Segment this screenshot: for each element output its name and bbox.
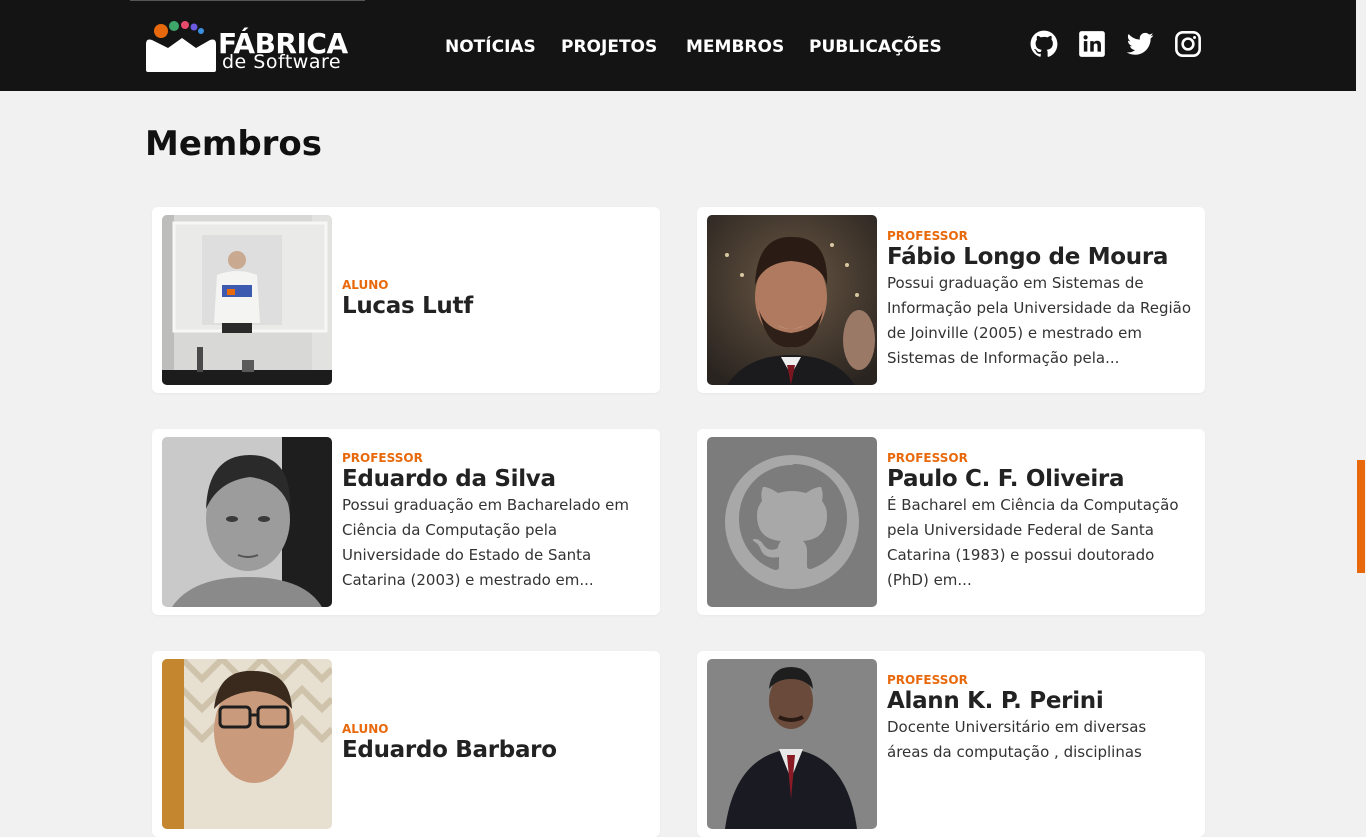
member-photo [162,659,332,829]
page-title: Membros [145,124,323,164]
member-photo [162,437,332,607]
member-bio: Possui graduação em Bacharelado em Ciênc… [342,496,630,589]
member-bio: Docente Universitário em diversas áreas … [887,718,1147,761]
linkedin-icon [1079,31,1105,57]
member-role: PROFESSOR [887,229,968,243]
member-photo-image [707,659,877,829]
member-card-fabio-longo-de-moura[interactable]: PROFESSOR Fábio Longo de Moura Possui gr… [697,207,1205,393]
member-info: PROFESSOR Paulo C. F. Oliveira É Bachare… [887,451,1192,593]
factory-logo-icon [146,21,216,72]
member-name[interactable]: Fábio Longo de Moura [887,243,1192,271]
twitter-link[interactable] [1126,30,1154,58]
github-link[interactable] [1030,30,1058,58]
instagram-link[interactable] [1174,30,1202,58]
member-photo-image [162,437,332,607]
member-card-eduardo-da-silva[interactable]: PROFESSOR Eduardo da Silva Possui gradua… [152,429,660,615]
member-info: PROFESSOR Eduardo da Silva Possui gradua… [342,451,647,593]
member-info: ALUNO Lucas Lutf [342,278,647,320]
nav-publicacoes[interactable]: PUBLICAÇÕES [809,35,942,59]
github-icon [1030,30,1058,57]
member-info: PROFESSOR Fábio Longo de Moura Possui gr… [887,229,1192,371]
member-role: PROFESSOR [342,451,423,465]
member-info: ALUNO Eduardo Barbaro [342,722,647,764]
member-photo [707,437,877,607]
member-photo-image [162,215,332,385]
member-name[interactable]: Lucas Lutf [342,292,647,320]
member-card-lucas-lutf[interactable]: ALUNO Lucas Lutf [152,207,660,393]
header-divider [130,0,365,1]
member-bio: É Bacharel em Ciência da Computação pela… [887,496,1179,589]
member-role: PROFESSOR [887,673,968,687]
member-name[interactable]: Paulo C. F. Oliveira [887,465,1192,493]
nav-membros[interactable]: MEMBROS [686,35,784,59]
logo-subtitle: de Software [222,51,342,73]
member-photo [162,215,332,385]
scrollbar-thumb[interactable] [1357,460,1365,573]
member-photo [707,215,877,385]
member-card-paulo-c-f-oliveira[interactable]: PROFESSOR Paulo C. F. Oliveira É Bachare… [697,429,1205,615]
scrollbar-track[interactable] [1356,0,1366,768]
nav-projetos[interactable]: PROJETOS [561,35,657,59]
member-bio: Possui graduação em Sistemas de Informaç… [887,274,1192,367]
member-role: ALUNO [342,722,389,736]
nav-noticias[interactable]: NOTÍCIAS [445,35,536,59]
member-photo-image [707,215,877,385]
member-name[interactable]: Eduardo Barbaro [342,736,647,764]
member-info: PROFESSOR Alann K. P. Perini Docente Uni… [887,673,1192,765]
site-logo[interactable]: FÁBRICA de Software [144,18,364,74]
member-name[interactable]: Eduardo da Silva [342,465,647,493]
member-name[interactable]: Alann K. P. Perini [887,687,1192,715]
linkedin-link[interactable] [1078,30,1106,58]
github-avatar-icon [707,437,877,607]
twitter-icon [1126,32,1154,55]
member-card-eduardo-barbaro[interactable]: ALUNO Eduardo Barbaro [152,651,660,837]
member-photo-image [162,659,332,829]
member-photo [707,659,877,829]
instagram-icon [1175,31,1201,57]
member-role: PROFESSOR [887,451,968,465]
member-card-alann-k-p-perini[interactable]: PROFESSOR Alann K. P. Perini Docente Uni… [697,651,1205,837]
site-header: FÁBRICA de Software NOTÍCIAS PROJETOS ME… [0,0,1356,91]
member-role: ALUNO [342,278,389,292]
